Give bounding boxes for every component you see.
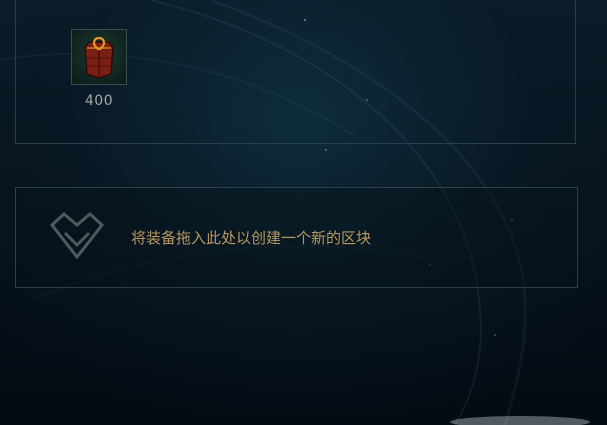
item-cost: 400	[84, 93, 114, 109]
item-block-panel: 400	[15, 0, 576, 144]
item-set-editor: 400 将装备拖入此处以创建一个新的区块	[0, 0, 607, 425]
new-block-dropzone[interactable]: 将装备拖入此处以创建一个新的区块	[15, 187, 578, 288]
dropzone-hint-text: 将装备拖入此处以创建一个新的区块	[131, 229, 372, 247]
drop-zone-icon	[49, 212, 105, 260]
chest-armor-icon[interactable]	[71, 29, 127, 85]
item-slot[interactable]: 400	[69, 29, 129, 109]
